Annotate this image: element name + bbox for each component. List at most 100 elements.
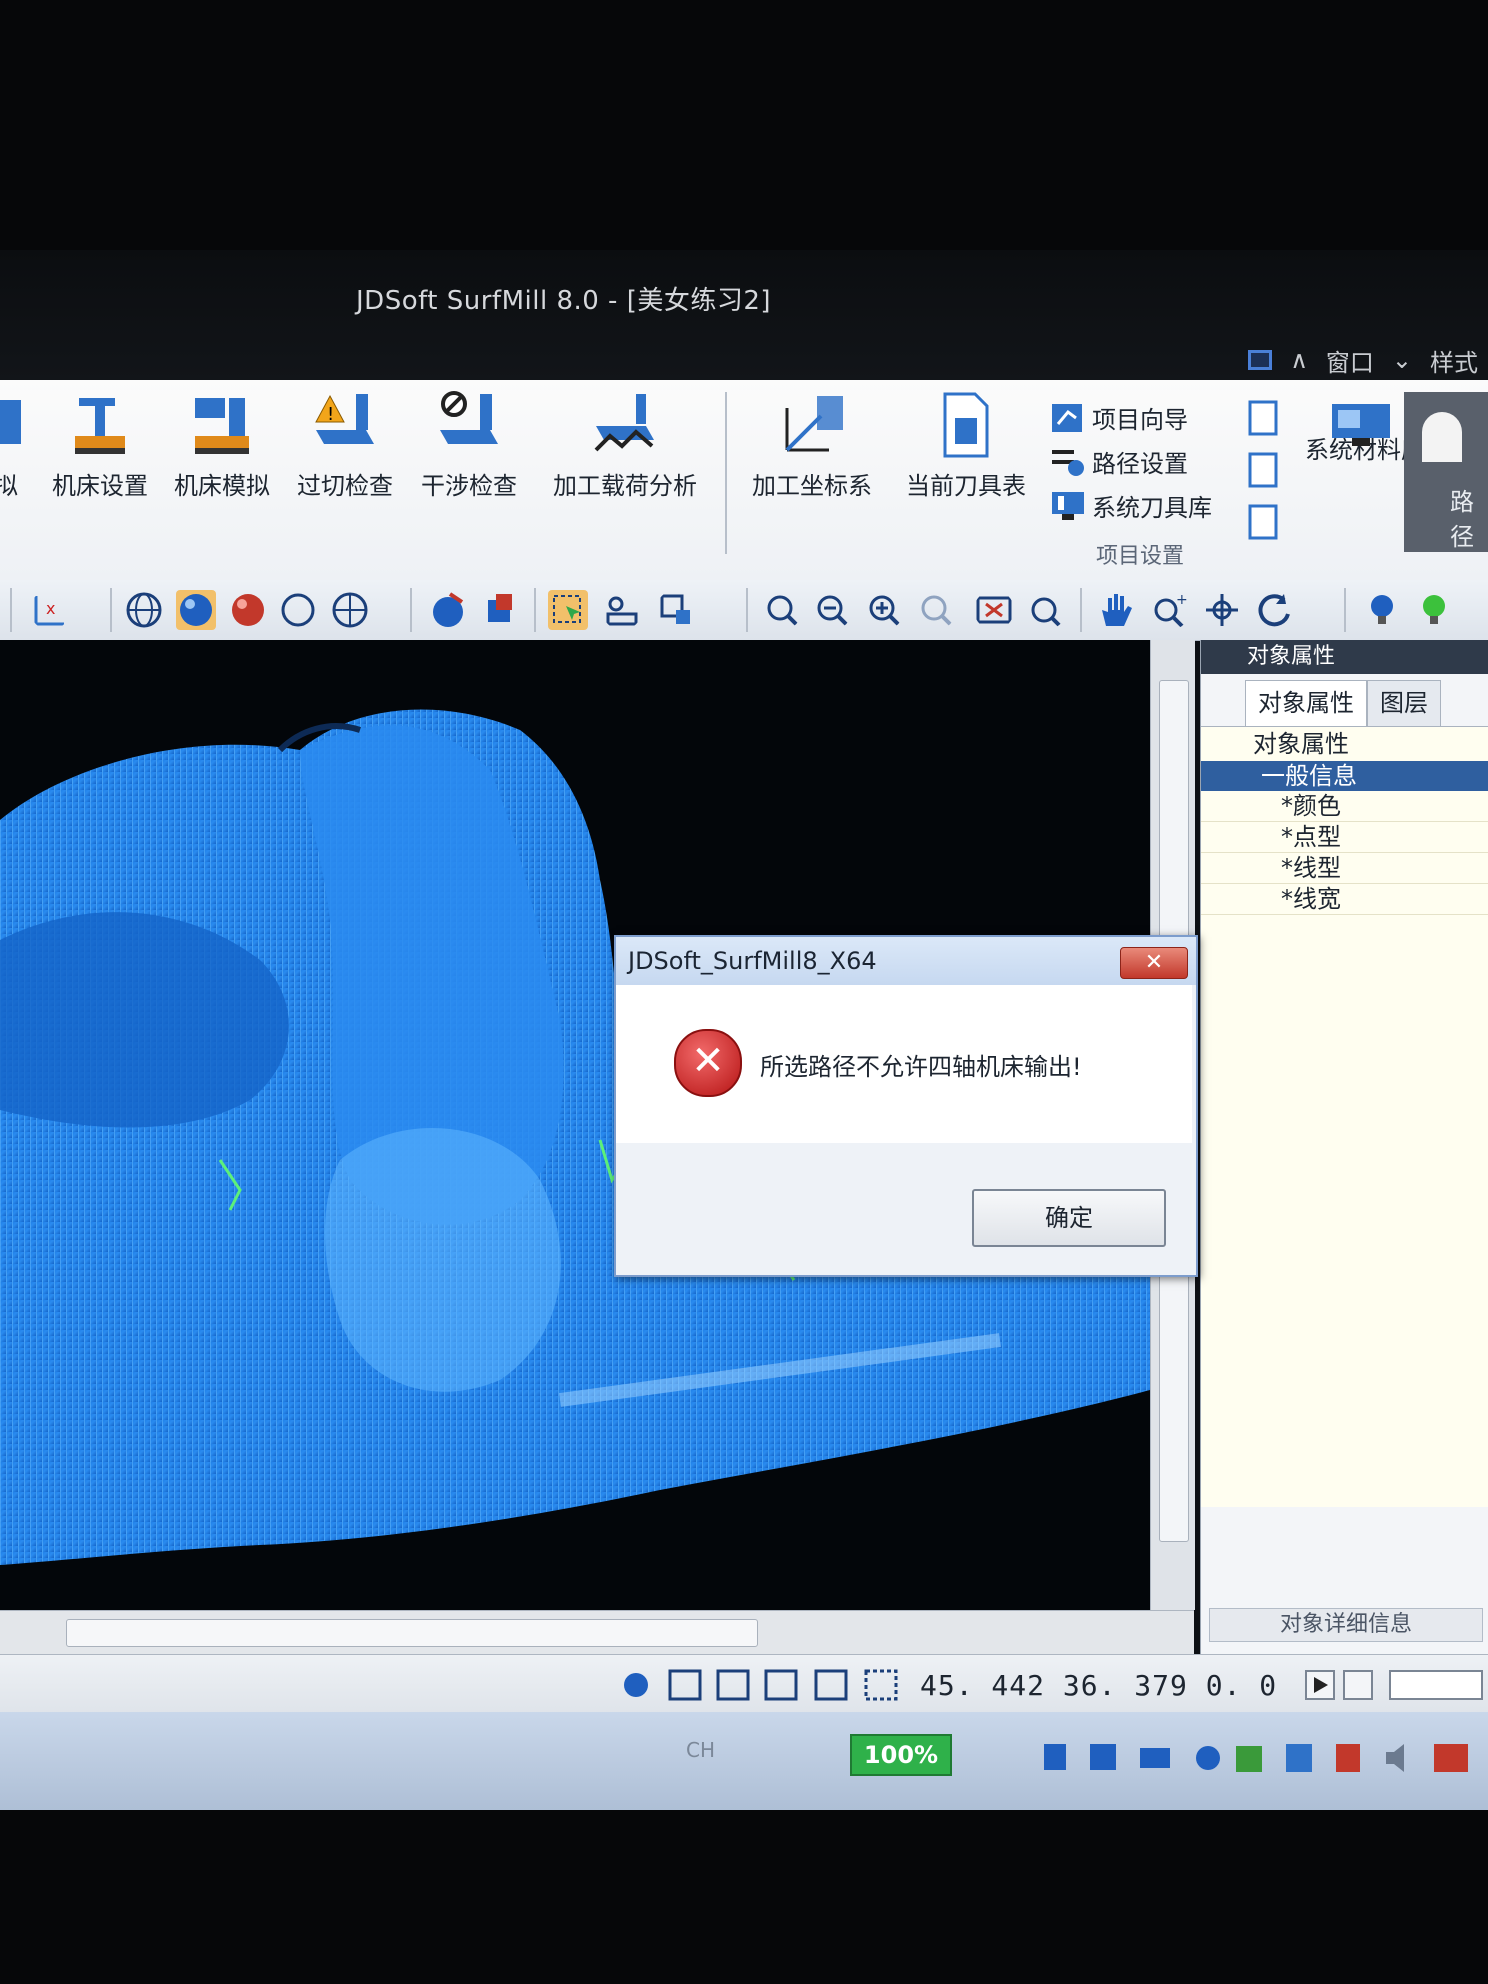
zoom-window-icon[interactable] <box>762 590 802 630</box>
property-tree: 对象属性 一般信息 *颜色 *点型 *线型 *线宽 <box>1201 726 1488 1507</box>
simulate-icon <box>0 400 21 444</box>
error-dialog: JDSoft_SurfMill8_X64 ✕ ✕ 所选路径不允许四轴机床输出! … <box>614 935 1198 1277</box>
load-analysis-icon <box>594 394 654 452</box>
close-icon[interactable]: ✕ <box>1120 947 1188 979</box>
cmd-project-wizard[interactable]: 项目向导 <box>1050 400 1188 435</box>
input-language[interactable]: CH <box>686 1738 715 1762</box>
status-bar: 45. 442 36. 379 0. 0 <box>0 1654 1488 1713</box>
status-icons <box>624 1669 898 1701</box>
ribbon-btn-coordinate-system[interactable]: 加工坐标系 <box>742 390 882 540</box>
pan-hand-icon[interactable] <box>1096 590 1136 630</box>
cmd-system-tool-library[interactable]: 系统刀具库 <box>1050 488 1212 523</box>
ok-button[interactable]: 确定 <box>972 1189 1166 1247</box>
menu-style[interactable]: 样式 <box>1430 343 1488 378</box>
ribbon-btn-path[interactable]: 路径 <box>1404 392 1488 552</box>
axis-select-icon[interactable]: x <box>30 590 70 630</box>
ribbon-btn-tool-table[interactable]: 当前刀具表 <box>896 390 1036 540</box>
zoom-dynamic-icon[interactable] <box>1026 590 1066 630</box>
coordinate-system-icon <box>785 396 843 452</box>
path-icon <box>1422 412 1462 462</box>
panel-tabs: 对象属性 图层 <box>1201 680 1488 726</box>
sphere-options-icon[interactable] <box>330 590 370 630</box>
overcut-check-icon: ! <box>315 394 374 444</box>
app-title: JDSoft SurfMill 8.0 - [美女练习2] <box>356 286 772 316</box>
doc-icons-column <box>1248 400 1278 540</box>
ribbon-btn-interference-check[interactable]: 干涉检查 <box>414 390 524 540</box>
light-green-icon[interactable] <box>1414 590 1454 630</box>
zoom-out-icon[interactable] <box>812 590 852 630</box>
material-library-icon <box>1332 404 1390 446</box>
ribbon-separator <box>725 392 727 554</box>
ribbon-btn-overcut-check[interactable]: ! 过切检查 <box>290 390 400 540</box>
tab-layers[interactable]: 图层 <box>1367 680 1441 726</box>
error-icon: ✕ <box>674 1029 742 1097</box>
svg-text:+: + <box>1176 592 1188 608</box>
ribbon-btn-machine-setup[interactable]: 机床设置 <box>46 390 154 540</box>
dialog-message: 所选路径不允许四轴机床输出! <box>760 1053 1082 1081</box>
tool-table-icon <box>943 392 989 458</box>
light-blue-icon[interactable] <box>1362 590 1402 630</box>
tray-icons[interactable] <box>1040 1738 1480 1778</box>
zoom-in-icon[interactable] <box>864 590 904 630</box>
tree-item-point-type[interactable]: *点型 <box>1201 822 1488 853</box>
toolbar-separator <box>1080 588 1082 632</box>
toolbar-separator <box>746 588 748 632</box>
ribbon-btn-machine-simulate[interactable]: 机床模拟 <box>168 390 276 540</box>
spin-view-icon[interactable] <box>1256 590 1296 630</box>
path-settings-icon <box>1052 449 1084 476</box>
interference-check-icon <box>440 391 498 444</box>
object-properties-panel: 对象属性 对象属性 图层 对象属性 一般信息 *颜色 *点型 *线型 *线宽 对… <box>1200 640 1488 1654</box>
toolbar-separator <box>410 588 412 632</box>
wireframe-sphere-icon[interactable] <box>124 590 164 630</box>
tree-item-color[interactable]: *颜色 <box>1201 791 1488 822</box>
menu-window[interactable]: 窗口 <box>1326 343 1374 378</box>
windows-taskbar: CH 100% <box>0 1712 1488 1810</box>
tree-item-line-width[interactable]: *线宽 <box>1201 884 1488 915</box>
tab-object-properties[interactable]: 对象属性 <box>1245 680 1367 726</box>
tree-header: 对象属性 <box>1253 730 1349 758</box>
monitor-screen: JDSoft SurfMill 8.0 - [美女练习2] ∧ 窗口 ⌄ 样式 … <box>0 250 1488 1810</box>
zoom-fit-icon[interactable] <box>974 590 1014 630</box>
view-cube-icon[interactable] <box>428 590 468 630</box>
outline-sphere-icon[interactable] <box>278 590 318 630</box>
tree-group-general[interactable]: 一般信息 <box>1201 761 1488 791</box>
layer-view-icon[interactable] <box>480 590 520 630</box>
svg-text:!: ! <box>327 404 334 425</box>
svg-text:x: x <box>46 599 55 618</box>
battery-indicator: 100% <box>850 1734 952 1776</box>
cmd-path-settings[interactable]: 路径设置 <box>1050 444 1188 479</box>
dialog-body: ✕ 所选路径不允许四轴机床输出! <box>616 985 1192 1143</box>
window-controls: ∧ 窗口 ⌄ 样式 <box>1248 340 1488 380</box>
ribbon: 拟 机床设置 机床模拟 ! 过切检查 干涉检查 加工载荷分析 加工坐标系 当前刀… <box>0 380 1488 581</box>
material-sphere-icon[interactable] <box>228 590 268 630</box>
playback-controls[interactable] <box>1304 1667 1484 1703</box>
toolbar-separator <box>1344 588 1346 632</box>
cursor-coordinates: 45. 442 36. 379 0. 0 <box>920 1669 1278 1702</box>
toolbar-separator <box>534 588 536 632</box>
panel-title: 对象属性 <box>1201 640 1488 674</box>
zoom-previous-icon[interactable] <box>916 590 956 630</box>
tree-item-line-type[interactable]: *线型 <box>1201 853 1488 884</box>
horizontal-scroll-thumb[interactable] <box>66 1619 758 1647</box>
dialog-title: JDSoft_SurfMill8_X64 <box>616 937 1196 985</box>
ribbon-group-label: 项目设置 <box>1096 544 1185 569</box>
zoom-plus-icon[interactable]: + <box>1150 590 1190 630</box>
machine-setup-icon <box>75 398 125 454</box>
chevron-down-icon[interactable]: ⌄ <box>1392 346 1412 374</box>
view-toolbar: x + <box>0 580 1488 641</box>
chevron-up-icon[interactable]: ∧ <box>1290 346 1308 374</box>
object-details-button[interactable]: 对象详细信息 <box>1209 1608 1483 1642</box>
shaded-sphere-icon[interactable] <box>176 590 216 630</box>
toolbar-separator <box>10 588 12 632</box>
ribbon-btn-load-analysis[interactable]: 加工载荷分析 <box>540 390 710 540</box>
system-tool-library-icon <box>1052 491 1084 520</box>
toolbar-separator <box>110 588 112 632</box>
restore-icon[interactable] <box>1248 350 1273 370</box>
project-wizard-icon <box>1052 403 1082 432</box>
pick-filter-icon[interactable] <box>656 590 696 630</box>
ribbon-btn-simulate[interactable]: 拟 <box>0 390 36 540</box>
select-tool-icon[interactable] <box>548 590 588 630</box>
horizontal-scrollbar[interactable] <box>0 1610 1194 1655</box>
group-select-icon[interactable] <box>602 590 642 630</box>
rotate-view-icon[interactable] <box>1202 590 1242 630</box>
